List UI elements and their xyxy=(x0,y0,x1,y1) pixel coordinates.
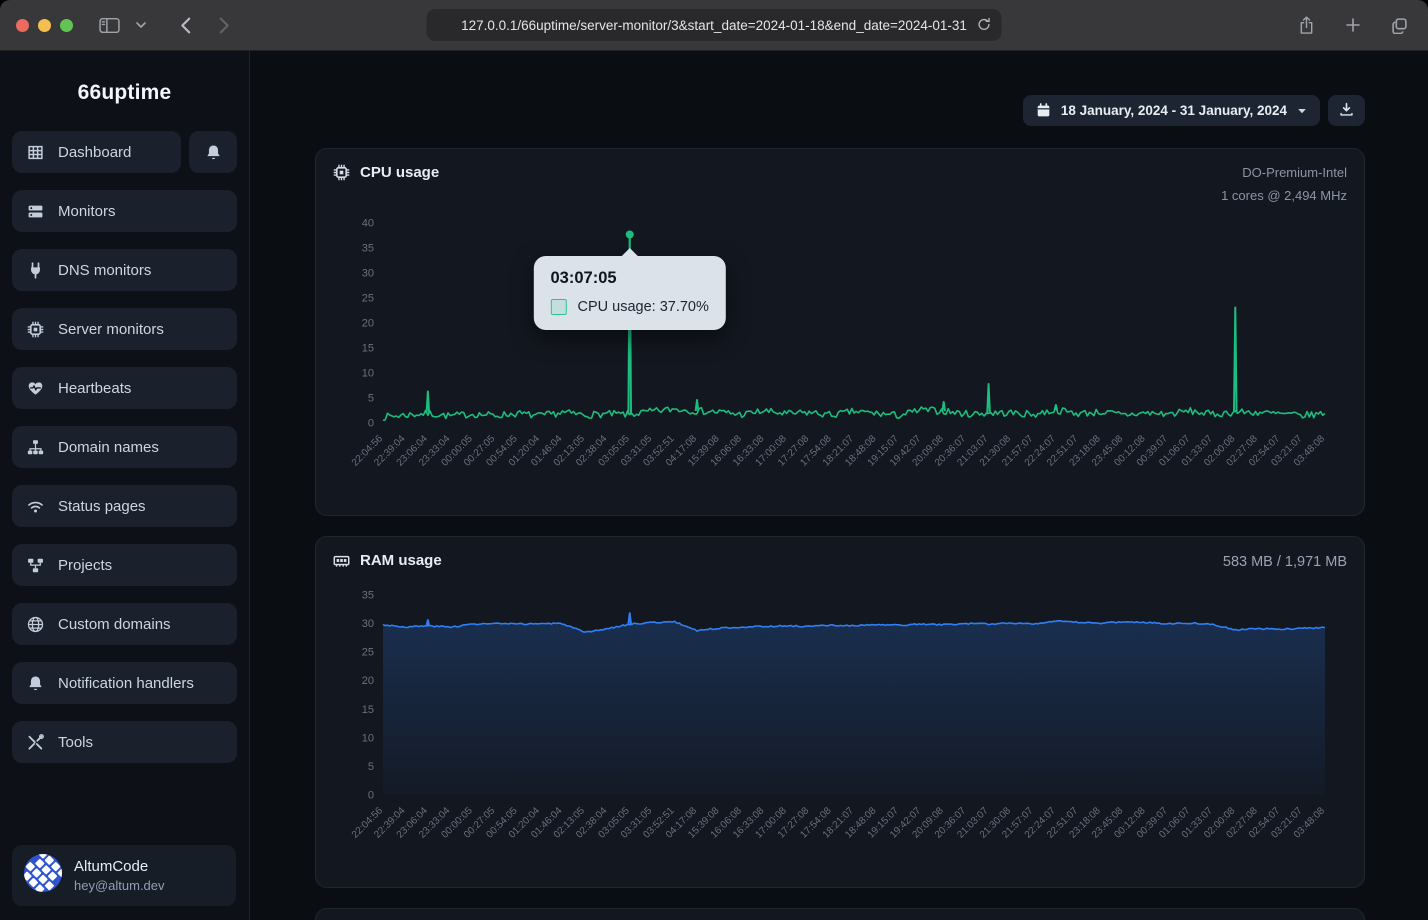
sidebar-item-label: Monitors xyxy=(58,203,116,220)
reload-icon[interactable] xyxy=(977,17,992,35)
server-cores-label: 1 cores @ 2,494 MHz xyxy=(1221,184,1347,207)
cpu-card-title: CPU usage xyxy=(333,161,439,181)
sidebar-item-label: Tools xyxy=(58,734,93,751)
browser-window: 127.0.0.1/66uptime/server-monitor/3&star… xyxy=(0,0,1428,920)
tooltip-time: 03:07:05 xyxy=(551,269,709,288)
main-content: 18 January, 2024 - 31 January, 2024 xyxy=(250,51,1428,920)
tab-overview-icon[interactable] xyxy=(1387,13,1412,38)
svg-text:15: 15 xyxy=(362,704,374,716)
bell-icon xyxy=(26,675,45,692)
server-plan-label: DO-Premium-Intel xyxy=(1221,161,1347,184)
sidebar-item-projects[interactable]: Projects xyxy=(12,544,237,586)
sidebar-item-label: DNS monitors xyxy=(58,262,151,279)
new-tab-icon[interactable] xyxy=(1341,13,1365,37)
caret-down-icon xyxy=(1297,106,1307,116)
svg-text:20: 20 xyxy=(362,318,374,330)
window-controls xyxy=(16,19,73,32)
sidebar-item-heartbeats[interactable]: Heartbeats xyxy=(12,367,237,409)
project-icon xyxy=(26,557,45,574)
sidebar-item-label: Status pages xyxy=(58,498,146,515)
sidebar-item-label: Server monitors xyxy=(58,321,164,338)
wifi-icon xyxy=(26,498,45,515)
sidebar-item-dashboard[interactable]: Dashboard xyxy=(12,131,181,173)
calendar-icon xyxy=(1036,103,1051,118)
sidebar: 66uptime Dashboard Monitors DNS monitors Se… xyxy=(0,51,250,920)
sidebar-item-label: Domain names xyxy=(58,439,159,456)
svg-text:20: 20 xyxy=(362,675,374,687)
close-window-button[interactable] xyxy=(16,19,29,32)
back-button[interactable] xyxy=(176,13,195,38)
svg-text:15: 15 xyxy=(362,343,374,355)
chart-tooltip: 03:07:05 CPU usage: 37.70% xyxy=(534,256,726,330)
sidebar-item-label: Heartbeats xyxy=(58,380,131,397)
bell-icon xyxy=(204,144,223,161)
tooltip-value: CPU usage: 37.70% xyxy=(578,299,709,315)
user-card[interactable]: AltumCode hey@altum.dev xyxy=(12,845,236,906)
svg-text:35: 35 xyxy=(362,243,374,255)
svg-text:30: 30 xyxy=(362,268,374,280)
tools-icon xyxy=(26,734,45,751)
ram-total-label: 583 MB / 1,971 MB xyxy=(1223,549,1347,575)
user-name: AltumCode xyxy=(74,858,165,875)
cpu-icon xyxy=(333,164,350,181)
grid-icon xyxy=(26,144,45,161)
next-card-partial xyxy=(315,908,1365,920)
memory-icon xyxy=(333,552,350,569)
cpu-icon xyxy=(26,321,45,338)
sidebar-item-monitors[interactable]: Monitors xyxy=(12,190,237,232)
svg-text:5: 5 xyxy=(368,393,374,405)
sidebar-item-dns-monitors[interactable]: DNS monitors xyxy=(12,249,237,291)
sitemap-icon xyxy=(26,439,45,456)
plug-icon xyxy=(26,262,45,279)
svg-text:25: 25 xyxy=(362,647,374,659)
ram-usage-chart[interactable]: 0510152025303522:04:5622:39:0423:06:0423… xyxy=(333,579,1345,881)
svg-text:5: 5 xyxy=(368,761,374,773)
forward-button[interactable] xyxy=(215,13,234,38)
sidebar-item-status-pages[interactable]: Status pages xyxy=(12,485,237,527)
minimize-window-button[interactable] xyxy=(38,19,51,32)
svg-text:30: 30 xyxy=(362,618,374,630)
share-icon[interactable] xyxy=(1294,12,1319,39)
series-swatch-icon xyxy=(551,299,567,315)
sidebar-item-label: Notification handlers xyxy=(58,675,194,692)
sidebar-item-custom-domains[interactable]: Custom domains xyxy=(12,603,237,645)
cpu-usage-card: CPU usage DO-Premium-Intel 1 cores @ 2,4… xyxy=(315,148,1365,516)
sidebar-item-domain-names[interactable]: Domain names xyxy=(12,426,237,468)
svg-text:10: 10 xyxy=(362,732,374,744)
ram-usage-card: RAM usage 583 MB / 1,971 MB 0 5 10 15 20 25 30… xyxy=(315,536,1365,888)
address-bar[interactable]: 127.0.0.1/66uptime/server-monitor/3&star… xyxy=(427,9,1002,41)
svg-text:25: 25 xyxy=(362,293,374,305)
globe-icon xyxy=(26,616,45,633)
ram-card-title: RAM usage xyxy=(333,549,442,569)
cpu-usage-chart[interactable]: 051015202530354022:04:5622:39:0423:06:04… xyxy=(333,207,1345,509)
notifications-button[interactable] xyxy=(189,131,237,173)
sidebar-item-label: Projects xyxy=(58,557,112,574)
brand-logo[interactable]: 66uptime xyxy=(12,65,237,131)
svg-text:10: 10 xyxy=(362,368,374,380)
browser-toolbar: 127.0.0.1/66uptime/server-monitor/3&star… xyxy=(0,0,1428,51)
cpu-server-meta: DO-Premium-Intel 1 cores @ 2,494 MHz xyxy=(1221,161,1347,208)
sidebar-item-tools[interactable]: Tools xyxy=(12,721,237,763)
heartbeat-icon xyxy=(26,380,45,397)
user-email: hey@altum.dev xyxy=(74,878,165,893)
download-icon xyxy=(1339,102,1354,120)
chevron-down-icon[interactable] xyxy=(132,18,150,32)
sidebar-item-label: Dashboard xyxy=(58,144,131,161)
sidebar-item-label: Custom domains xyxy=(58,616,171,633)
zoom-window-button[interactable] xyxy=(60,19,73,32)
date-range-picker[interactable]: 18 January, 2024 - 31 January, 2024 xyxy=(1023,95,1320,126)
svg-text:0: 0 xyxy=(368,418,374,430)
svg-text:40: 40 xyxy=(362,218,374,230)
svg-text:35: 35 xyxy=(362,590,374,602)
sidebar-item-notification-handlers[interactable]: Notification handlers xyxy=(12,662,237,704)
export-download-button[interactable] xyxy=(1328,95,1365,126)
url-text: 127.0.0.1/66uptime/server-monitor/3&star… xyxy=(461,18,967,33)
avatar xyxy=(24,854,62,897)
date-range-label: 18 January, 2024 - 31 January, 2024 xyxy=(1061,103,1287,118)
sidebar-item-server-monitors[interactable]: Server monitors xyxy=(12,308,237,350)
sidebar-toggle-icon[interactable] xyxy=(95,13,124,38)
svg-text:0: 0 xyxy=(368,790,374,802)
server-icon xyxy=(26,203,45,220)
